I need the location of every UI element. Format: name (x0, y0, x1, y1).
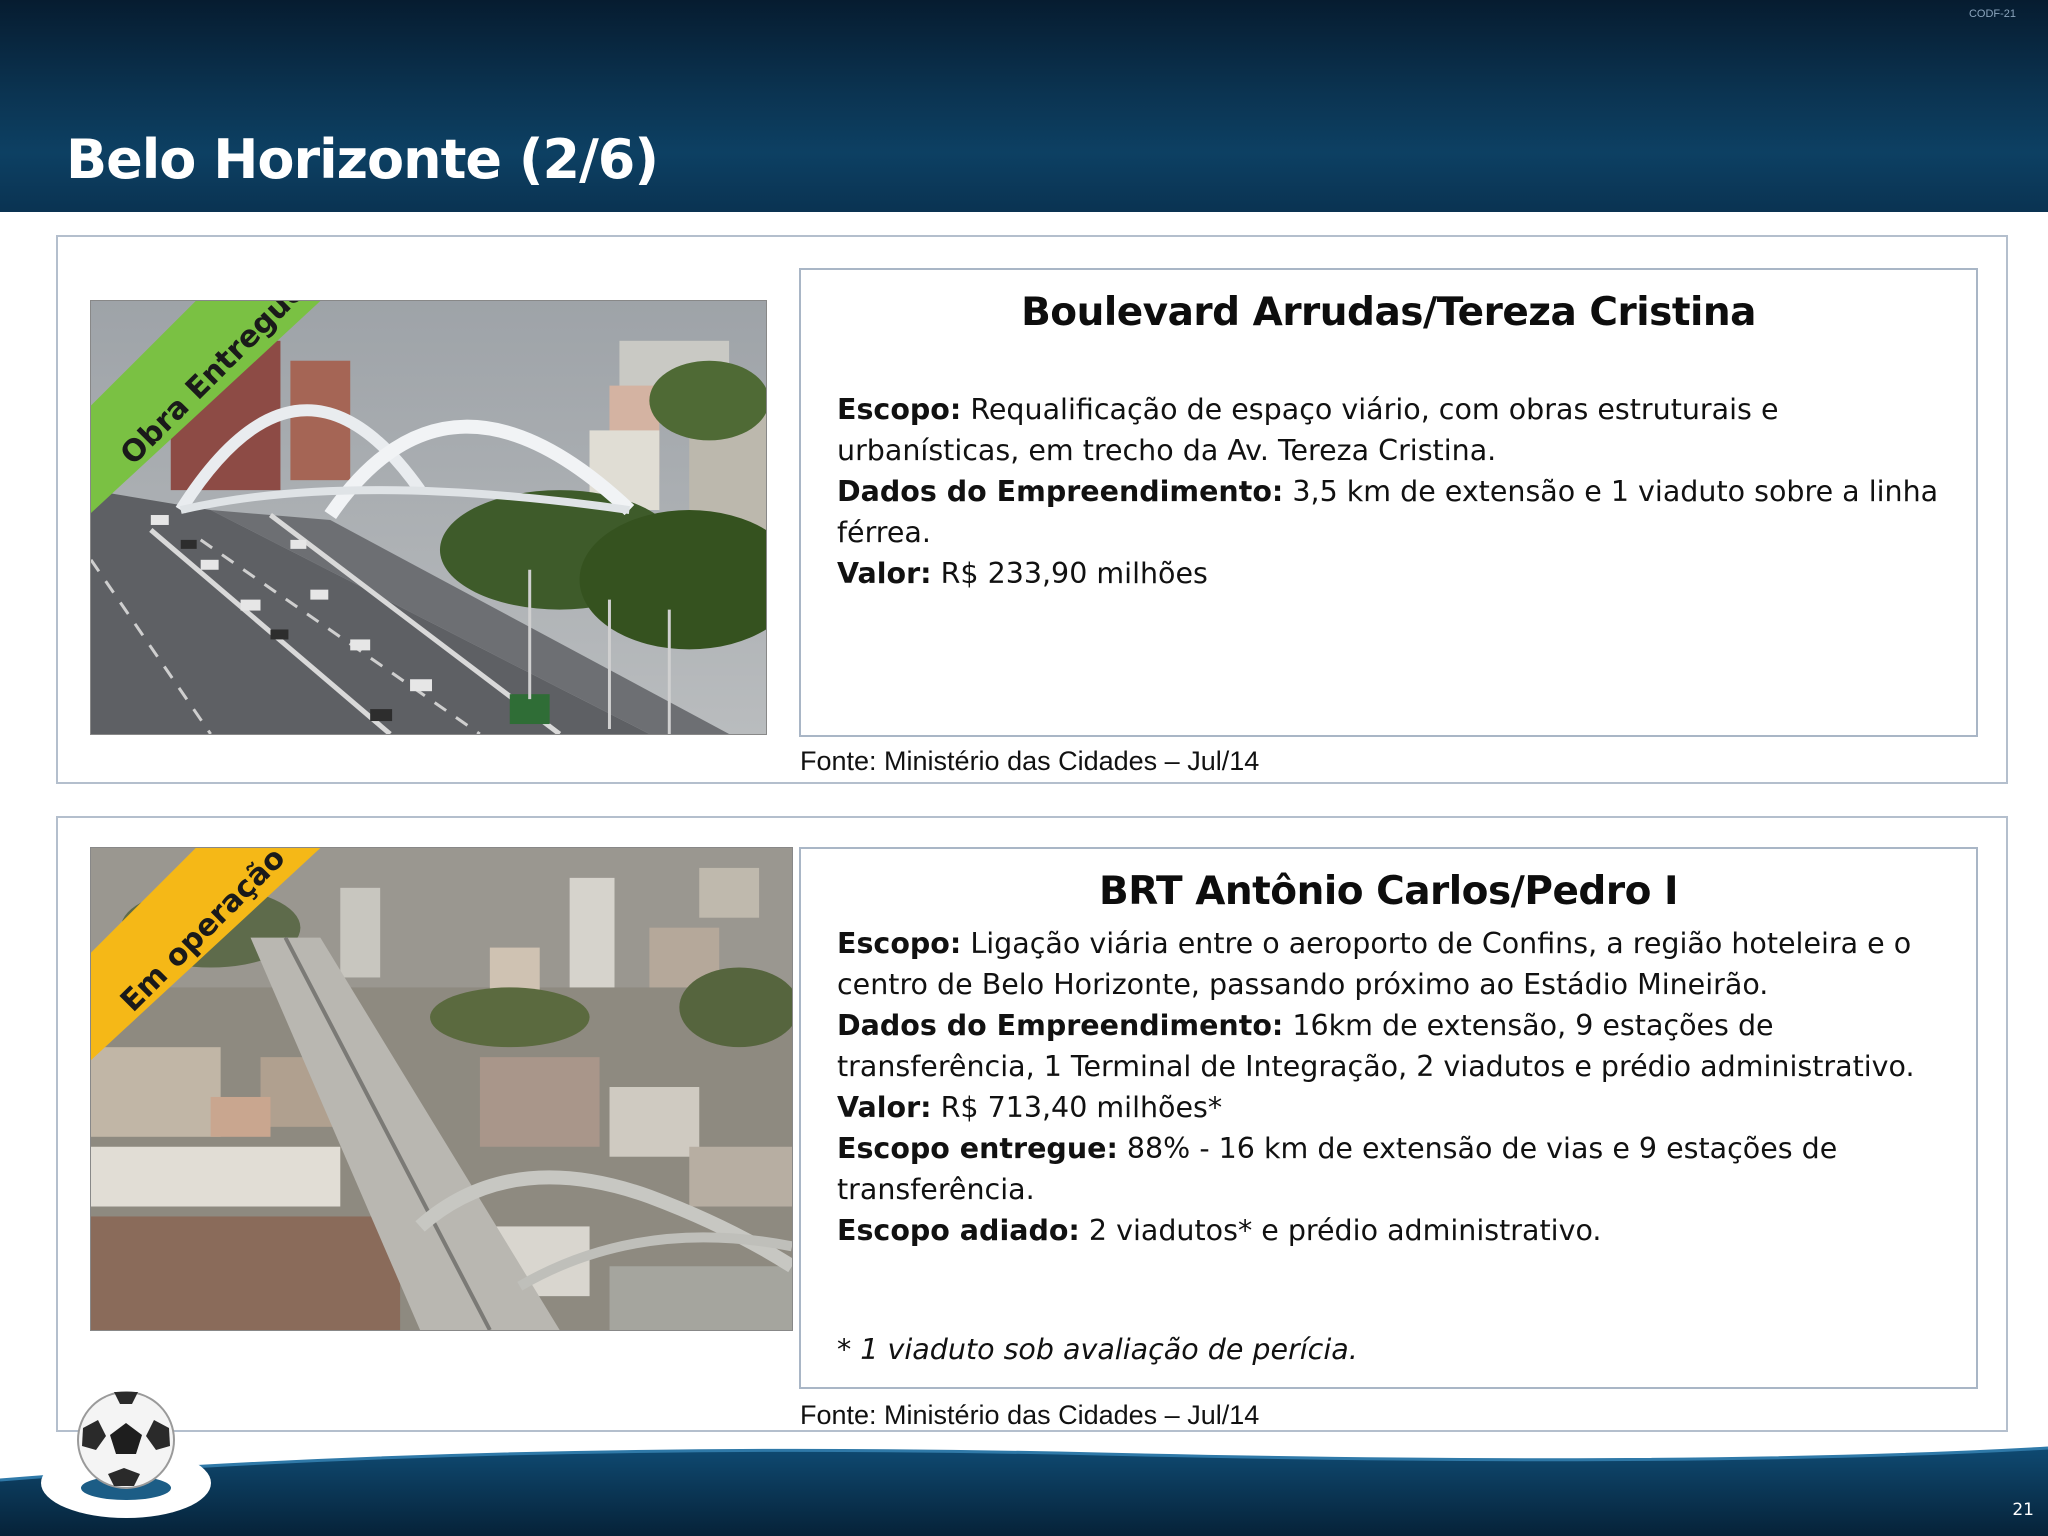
project-photo-brt-antonio-carlos: Em operação (90, 847, 793, 1331)
footnote: * 1 viaduto sob avaliação de perícia. (837, 1333, 1358, 1366)
page-title: Belo Horizonte (2/6) (66, 128, 659, 191)
project-details: Escopo: Ligação viária entre o aeroporto… (837, 923, 1962, 1251)
document-code: CODF-21 (1968, 8, 2016, 20)
project-photo-boulevard-arrudas: Obra Entregue (90, 300, 767, 735)
project-description-box: BRT Antônio Carlos/Pedro I Escopo: Ligaç… (799, 847, 1978, 1389)
detail-data: Dados do Empreendimento: 3,5 km de exten… (837, 475, 1939, 549)
project-title: BRT Antônio Carlos/Pedro I (1099, 869, 1678, 914)
detail-value: Valor: R$ 713,40 milhões* (837, 1091, 1223, 1124)
detail-value: Valor: R$ 233,90 milhões (837, 557, 1208, 590)
page-number: 21 (2012, 1500, 2034, 1520)
project-details: Escopo: Requalificação de espaço viário,… (837, 389, 1962, 594)
slide-header: CODF-21 Belo Horizonte (2/6) (0, 0, 2048, 212)
footer-wave (0, 1446, 2048, 1536)
project-panel-brt-antonio-carlos: Em operação BRT Antônio Carlos/Pedro I E… (56, 816, 2008, 1432)
detail-delivered-scope: Escopo entregue: 88% - 16 km de extensão… (837, 1132, 1838, 1206)
detail-scope: Escopo: Requalificação de espaço viário,… (837, 393, 1779, 467)
detail-data: Dados do Empreendimento: 16km de extensã… (837, 1009, 1915, 1083)
detail-postponed-scope: Escopo adiado: 2 viadutos* e prédio admi… (837, 1214, 1602, 1247)
source-note: Fonte: Ministério das Cidades – Jul/14 (800, 746, 1260, 776)
source-note: Fonte: Ministério das Cidades – Jul/14 (800, 1400, 1260, 1430)
project-description-box: Boulevard Arrudas/Tereza Cristina Escopo… (799, 268, 1978, 737)
detail-scope: Escopo: Ligação viária entre o aeroporto… (837, 927, 1912, 1001)
project-panel-boulevard-arrudas: Obra Entregue Boulevard Arrudas/Tereza C… (56, 235, 2008, 784)
soccer-ball-icon (41, 1391, 211, 1518)
project-title: Boulevard Arrudas/Tereza Cristina (1021, 290, 1756, 335)
